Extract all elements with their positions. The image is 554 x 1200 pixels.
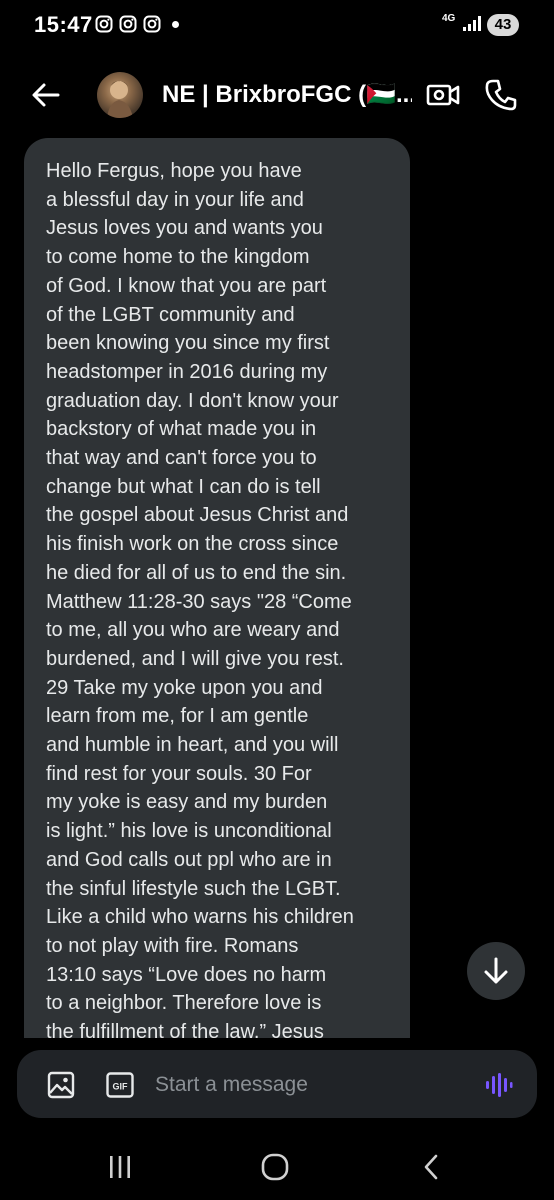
message-line: and humble in heart, and you will: [46, 734, 339, 757]
nav-back-icon[interactable]: [420, 1152, 442, 1182]
network-type-label: 4G: [442, 13, 456, 24]
voice-message-icon[interactable]: [483, 1070, 513, 1100]
phone-icon[interactable]: [484, 78, 518, 112]
message-line: the gospel about Jesus Christ and: [46, 504, 349, 527]
message-line: to a neighbor. Therefore love is: [46, 992, 322, 1015]
instagram-icon: [143, 15, 161, 33]
image-icon[interactable]: [47, 1071, 75, 1099]
gif-label: GIF: [113, 1082, 129, 1092]
notification-dot-icon: [172, 21, 179, 28]
message-line: backstory of what made you in: [46, 418, 317, 441]
message-line: learn from me, for I am gentle: [46, 705, 309, 728]
message-line: to come home to the kingdom: [46, 246, 310, 269]
message-line: graduation day. I don't know your: [46, 389, 339, 412]
status-time: 15:47: [34, 12, 93, 37]
message-input[interactable]: [153, 1066, 467, 1104]
message-line: my yoke is easy and my burden: [46, 791, 328, 814]
message-line: been knowing you since my first: [46, 332, 330, 355]
message-line: the sinful lifestyle such the LGBT.: [46, 877, 341, 900]
message-line: Like a child who warns his children: [46, 906, 354, 929]
system-navigation-bar: [0, 1130, 554, 1200]
instagram-icon: [119, 15, 137, 33]
message-line: to me, all you who are weary and: [46, 619, 340, 642]
message-line: 13:10 says “Love does no harm: [46, 963, 327, 986]
gif-icon: GIF: [106, 1072, 134, 1098]
status-bar: 15:47 4G 43: [0, 0, 554, 50]
message-line: Jesus loves you and wants you: [46, 217, 323, 240]
message-line: the fulfillment of the law.” Jesus: [46, 1021, 324, 1038]
avatar-image-icon: [107, 81, 133, 118]
recent-apps-icon[interactable]: [105, 1154, 135, 1180]
message-line: 29 Take my yoke upon you and: [46, 676, 323, 699]
message-line: that way and can't force you to: [46, 447, 317, 470]
message-line: of the LGBT community and: [46, 303, 295, 326]
message-line: Matthew 11:28-30 says "28 “Come: [46, 590, 352, 613]
message-line: find rest for your souls. 30 For: [46, 762, 312, 785]
signal-strength-icon: [463, 16, 481, 31]
message-line: to not play with fire. Romans: [46, 934, 299, 957]
message-line: of God. I know that you are part: [46, 274, 327, 297]
conversation-header: NE | BrixbroFGC (🇵🇸...: [0, 60, 554, 132]
battery-level: 43: [487, 14, 519, 36]
video-call-icon[interactable]: [426, 80, 460, 110]
message-line: headstomper in 2016 during my: [46, 360, 328, 383]
message-text: Hello Fergus, hope you have a blessful d…: [46, 157, 401, 1038]
instagram-icon: [95, 15, 113, 33]
arrow-down-icon: [484, 957, 508, 984]
message-line: burdened, and I will give you rest.: [46, 647, 344, 670]
scroll-to-bottom-button[interactable]: [467, 942, 525, 1000]
message-line: his finish work on the cross since: [46, 533, 339, 556]
contact-name[interactable]: NE | BrixbroFGC (🇵🇸...: [162, 80, 412, 109]
back-arrow-icon[interactable]: [30, 80, 62, 110]
home-icon[interactable]: [260, 1152, 290, 1182]
gif-button[interactable]: GIF: [106, 1072, 134, 1098]
message-line: Hello Fergus, hope you have: [46, 160, 302, 182]
message-line: and God calls out ppl who are in: [46, 848, 332, 871]
message-line: a blessful day in your life and: [46, 188, 304, 211]
message-line: change but what I can do is tell: [46, 475, 321, 498]
message-line: he died for all of us to end the sin.: [46, 561, 347, 584]
message-composer: GIF: [17, 1050, 537, 1118]
contact-avatar[interactable]: [97, 72, 143, 118]
message-line: is light.” his love is unconditional: [46, 820, 332, 843]
message-bubble[interactable]: Hello Fergus, hope you have a blessful d…: [24, 138, 410, 1038]
